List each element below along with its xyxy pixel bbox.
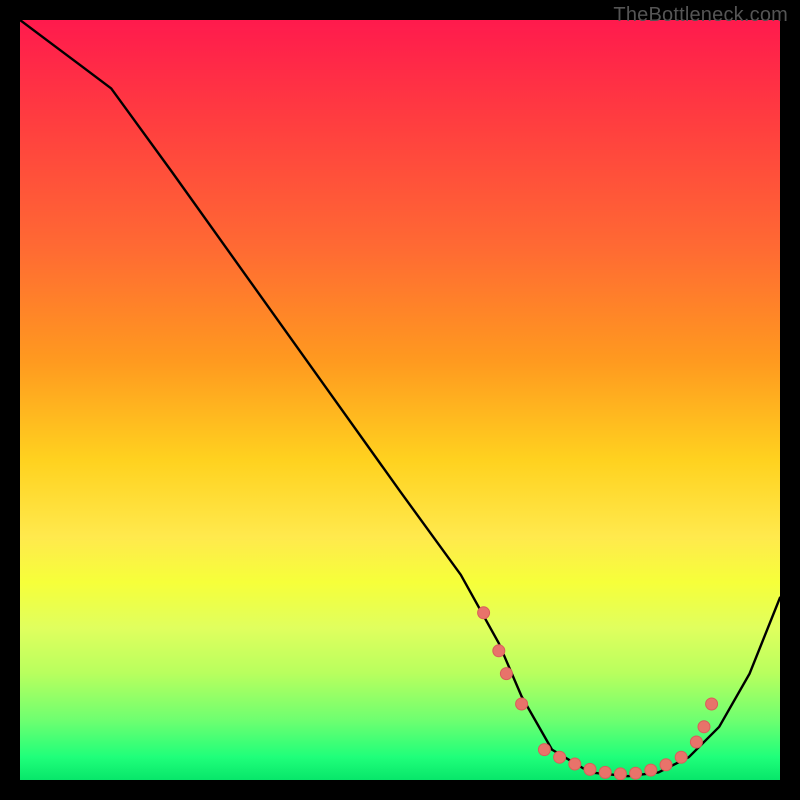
marker-dots — [478, 607, 718, 780]
chart-svg — [20, 20, 780, 780]
marker-dot — [493, 645, 505, 657]
marker-dot — [516, 698, 528, 710]
marker-dot — [584, 763, 596, 775]
marker-dot — [660, 759, 672, 771]
marker-dot — [569, 758, 581, 770]
marker-dot — [554, 751, 566, 763]
marker-dot — [630, 767, 642, 779]
marker-dot — [599, 766, 611, 778]
marker-dot — [645, 764, 657, 776]
bottleneck-curve — [20, 20, 780, 776]
marker-dot — [675, 751, 687, 763]
chart-plot-area — [20, 20, 780, 780]
chart-frame: TheBottleneck.com — [0, 0, 800, 800]
marker-dot — [538, 744, 550, 756]
marker-dot — [698, 721, 710, 733]
attribution-text: TheBottleneck.com — [613, 4, 788, 27]
marker-dot — [478, 607, 490, 619]
marker-dot — [690, 736, 702, 748]
marker-dot — [706, 698, 718, 710]
marker-dot — [500, 668, 512, 680]
marker-dot — [614, 768, 626, 780]
